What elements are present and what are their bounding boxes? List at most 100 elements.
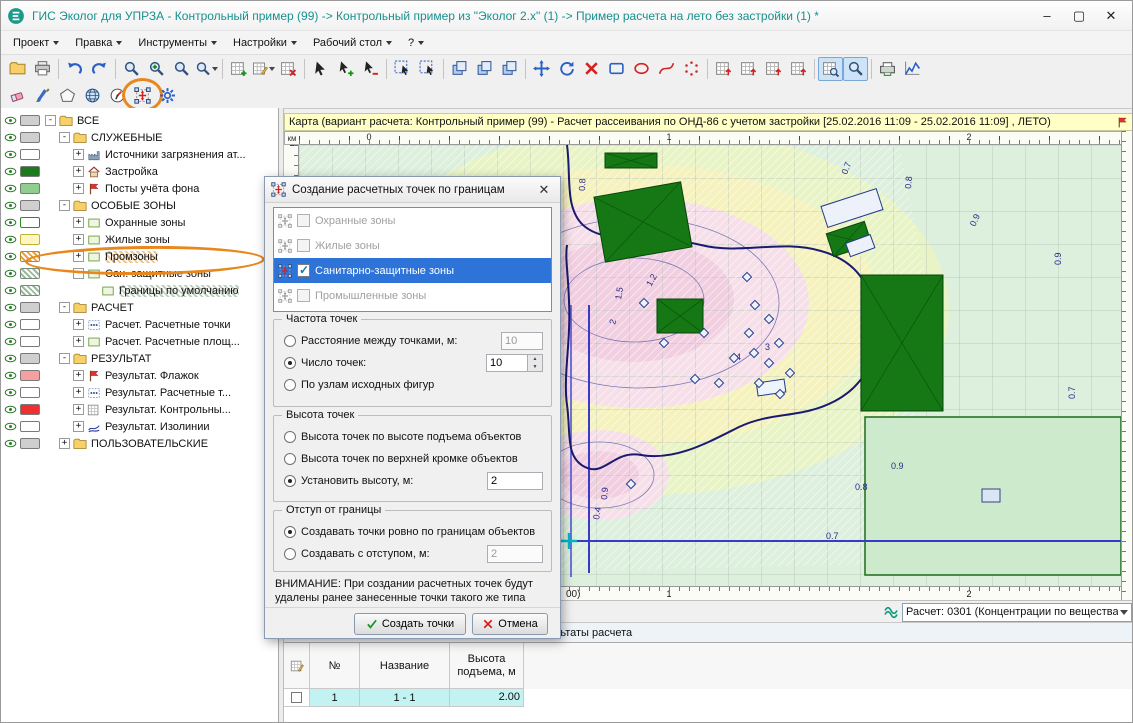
column-header-height[interactable]: Высота подъема, м (450, 643, 524, 689)
layer-row[interactable]: +Промзоны (1, 248, 278, 265)
height-input-2[interactable] (487, 472, 543, 490)
layer-swatch[interactable] (20, 353, 40, 364)
layer-label[interactable]: Сан. защитные зоны (105, 268, 211, 280)
spin-down-icon[interactable] (528, 363, 542, 371)
cell-height[interactable]: 2.00 (450, 689, 524, 707)
expand-icon[interactable]: + (73, 183, 84, 194)
table-add-row-button[interactable] (711, 57, 736, 81)
layer-row[interactable]: -ВСЕ (1, 112, 278, 129)
layer-row[interactable]: + Застройка (1, 163, 278, 180)
layer-swatch[interactable] (20, 421, 40, 432)
ellipse-tool-button[interactable] (629, 57, 654, 81)
visibility-eye-icon[interactable] (4, 131, 17, 144)
delete-node-button[interactable] (358, 57, 383, 81)
zone-checkbox[interactable] (297, 214, 310, 227)
layer-swatch[interactable] (20, 183, 40, 194)
frequency-input-1[interactable] (486, 354, 528, 372)
layer-swatch[interactable] (20, 251, 40, 262)
expand-icon[interactable]: + (73, 336, 84, 347)
select-objects-button[interactable] (390, 57, 415, 81)
layer-row[interactable]: -РЕЗУЛЬТАТ (1, 350, 278, 367)
zone-checkbox[interactable] (297, 264, 310, 277)
row-select-cell[interactable] (284, 689, 310, 707)
layer-swatch[interactable] (20, 115, 40, 126)
visibility-eye-icon[interactable] (4, 352, 17, 365)
maximize-button[interactable]: ▢ (1064, 5, 1094, 27)
visibility-eye-icon[interactable] (4, 216, 17, 229)
menu-item-3[interactable]: Настройки (225, 34, 305, 52)
expand-icon[interactable]: + (59, 438, 70, 449)
style-brush-button[interactable] (30, 83, 55, 107)
table-sync-button[interactable] (786, 57, 811, 81)
layer-row[interactable]: +Результат. Изолинии (1, 418, 278, 435)
collapse-icon[interactable]: - (59, 353, 70, 364)
menu-item-0[interactable]: Проект (5, 34, 67, 52)
curve-tool-button[interactable] (654, 57, 679, 81)
add-node-button[interactable] (333, 57, 358, 81)
layer-swatch[interactable] (20, 132, 40, 143)
spinner-buttons[interactable] (528, 354, 543, 372)
cancel-button[interactable]: Отмена (472, 613, 548, 635)
column-header-num[interactable]: № (310, 643, 360, 689)
title-bar[interactable]: ГИС Эколог для УПРЗА - Контрольный приме… (1, 1, 1132, 31)
layer-label[interactable]: Застройка (105, 166, 158, 178)
zoom-menu-button[interactable] (194, 57, 219, 81)
zone-checkbox[interactable] (297, 239, 310, 252)
projection-globe-button[interactable] (80, 83, 105, 107)
close-button[interactable]: ✕ (1096, 5, 1126, 27)
menu-item-5[interactable]: ? (400, 34, 432, 52)
height-option-0[interactable]: Высота точек по высоте подъема объектов (274, 426, 551, 448)
layer-swatch[interactable] (20, 302, 40, 313)
zone-row-1[interactable]: Жилые зоны (274, 233, 551, 258)
layer-row[interactable]: + Источники загрязнения ат... (1, 146, 278, 163)
select-tool-button[interactable] (308, 57, 333, 81)
chevron-down-icon[interactable] (1120, 610, 1128, 615)
frequency-option-1[interactable]: Число точек: (274, 352, 551, 374)
layer-row[interactable]: +Результат. Флажок (1, 367, 278, 384)
layer-label[interactable]: Результат. Флажок (105, 370, 199, 382)
visibility-eye-icon[interactable] (4, 369, 17, 382)
points-by-boundary-button[interactable] (130, 83, 155, 107)
visibility-eye-icon[interactable] (4, 437, 17, 450)
open-map-button[interactable] (5, 57, 30, 81)
combo-box[interactable]: Расчет: 0301 (Концентрации по вещества (902, 603, 1132, 622)
layer-row[interactable]: +Результат. Контрольны... (1, 401, 278, 418)
ring-tool-button[interactable] (679, 57, 704, 81)
layer-row[interactable]: +Расчет. Расчетные площ... (1, 333, 278, 350)
zone-row-3[interactable]: Промышленные зоны (274, 283, 551, 308)
dialog-titlebar[interactable]: Создание расчетных точек по границам ✕ (265, 177, 560, 203)
frequency-option-0[interactable]: Расстояние между точками, м: (274, 330, 551, 352)
layer-label[interactable]: Результат. Изолинии (105, 421, 210, 433)
layer-label[interactable]: Жилые зоны (105, 234, 170, 246)
rectangle-tool-button[interactable] (604, 57, 629, 81)
layer-swatch[interactable] (20, 438, 40, 449)
layer-swatch[interactable] (20, 336, 40, 347)
visibility-eye-icon[interactable] (4, 420, 17, 433)
layer-label[interactable]: Источники загрязнения ат... (105, 149, 246, 161)
visibility-eye-icon[interactable] (4, 318, 17, 331)
expand-icon[interactable]: + (73, 234, 84, 245)
visibility-eye-icon[interactable] (4, 148, 17, 161)
spin-up-icon[interactable] (528, 355, 542, 363)
expand-icon[interactable]: + (73, 149, 84, 160)
expand-icon[interactable]: + (73, 166, 84, 177)
visibility-eye-icon[interactable] (4, 250, 17, 263)
plot-output-button[interactable] (875, 57, 900, 81)
visibility-eye-icon[interactable] (4, 182, 17, 195)
row-checkbox[interactable] (291, 692, 302, 703)
layer-label[interactable]: Посты учёта фона (105, 183, 199, 195)
layer-row[interactable]: +ПОЛЬЗОВАТЕЛЬСКИЕ (1, 435, 278, 452)
layer-label[interactable]: ВСЕ (77, 115, 99, 127)
map-search-button[interactable] (843, 57, 868, 81)
zoom-window-button[interactable] (119, 57, 144, 81)
visibility-eye-icon[interactable] (4, 165, 17, 178)
layer-row[interactable]: -СЛУЖЕБНЫЕ (1, 129, 278, 146)
minimize-button[interactable]: – (1032, 5, 1062, 27)
layer-swatch[interactable] (20, 285, 40, 296)
layer-swatch[interactable] (20, 200, 40, 211)
delete-selected-button[interactable] (579, 57, 604, 81)
layer-label[interactable]: РАСЧЕТ (91, 302, 134, 314)
menu-item-4[interactable]: Рабочий стол (305, 34, 400, 52)
visibility-eye-icon[interactable] (4, 267, 17, 280)
undo-button[interactable] (62, 57, 87, 81)
